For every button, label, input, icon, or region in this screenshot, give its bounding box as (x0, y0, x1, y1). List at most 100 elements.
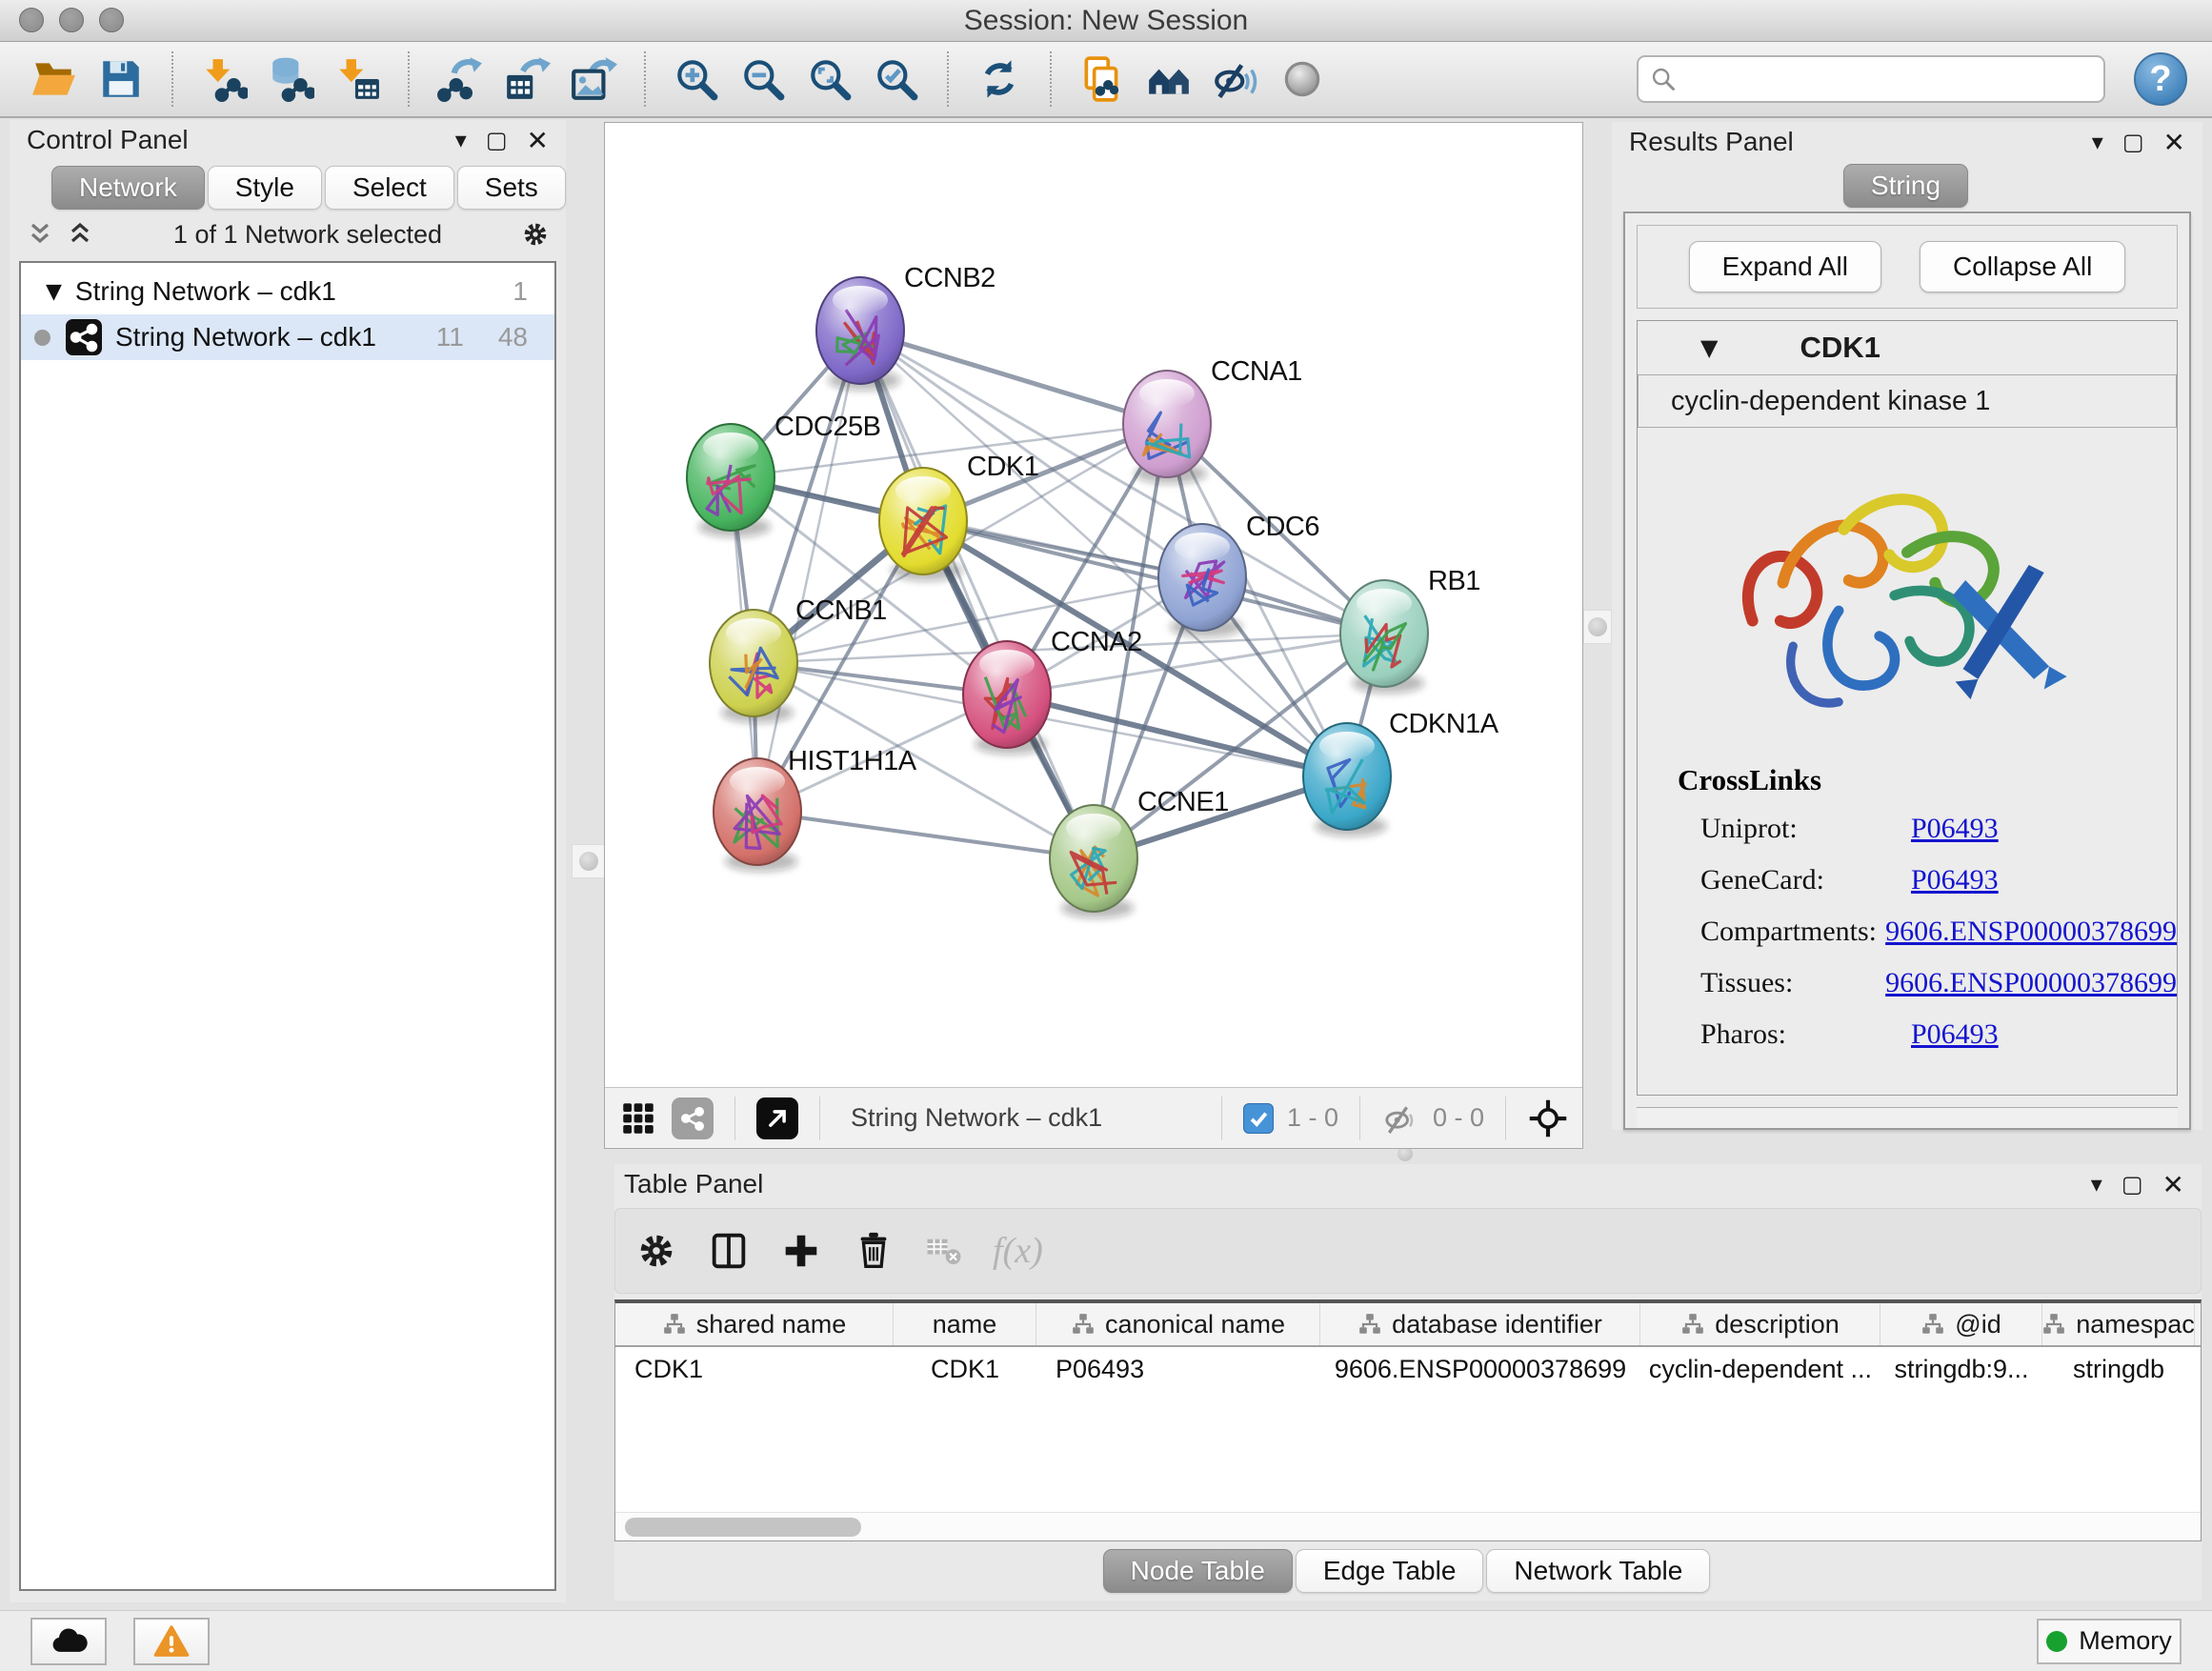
crosslink-link[interactable]: P06493 (1911, 813, 1999, 845)
network-canvas[interactable]: CCNB2CCNA1CDC25BCDK1CDC6RB1CCNB1CCNA2CDK… (605, 123, 1582, 1087)
selected-node-edge-counts: 1 - 0 (1287, 1103, 1338, 1133)
toolbar-separator (734, 1097, 735, 1140)
edge-CCNB2-CCNE1[interactable] (860, 331, 1094, 858)
table-cell[interactable]: cyclin-dependent ... (1640, 1347, 1880, 1391)
float-panel-icon[interactable]: ▢ (2122, 1171, 2143, 1198)
hidden-eye-icon[interactable] (1381, 1099, 1419, 1137)
float-panel-icon[interactable]: ▢ (486, 127, 508, 154)
table-horizontal-scrollbar[interactable] (615, 1512, 2201, 1540)
collapse-all-icon[interactable] (25, 219, 55, 250)
zoom-out-button[interactable] (734, 50, 793, 109)
delete-column-icon[interactable] (852, 1229, 895, 1273)
table-row[interactable]: CDK1CDK1P064939606.ENSP00000378699cyclin… (615, 1347, 2201, 1391)
right-splitter-handle[interactable] (1583, 610, 1612, 644)
close-panel-icon[interactable]: ✕ (527, 125, 549, 156)
annotation-mode-button[interactable] (1273, 50, 1332, 109)
network-mode-button[interactable] (672, 1097, 714, 1139)
crosslink-link[interactable]: 9606.ENSP00000378699 (1885, 916, 2177, 948)
zoom-fit-button[interactable] (800, 50, 859, 109)
column-header-database-identifier[interactable]: database identifier (1320, 1303, 1640, 1345)
show-all-networks-button[interactable] (1139, 50, 1198, 109)
export-image-button[interactable] (564, 50, 623, 109)
toolbar-separator (1050, 51, 1052, 107)
column-header-canonical-name[interactable]: canonical name (1036, 1303, 1320, 1345)
float-panel-icon[interactable]: ▢ (2122, 129, 2144, 156)
table-cell[interactable]: CDK1 (894, 1347, 1036, 1391)
column-header-shared-name[interactable]: shared name (615, 1303, 894, 1345)
expand-all-icon[interactable] (65, 219, 95, 250)
table-empty-area (615, 1391, 2201, 1512)
selected-items-checkbox[interactable] (1243, 1103, 1274, 1134)
crosslink-link[interactable]: P06493 (1911, 864, 1999, 896)
warnings-button[interactable] (133, 1618, 210, 1665)
table-cell[interactable]: CDK1 (615, 1347, 894, 1391)
table-settings-gear-icon[interactable] (634, 1229, 678, 1273)
table-cell[interactable]: P06493 (1036, 1347, 1320, 1391)
column-header-namespac[interactable]: namespac (2042, 1303, 2195, 1345)
entry-header[interactable]: ▼ CDK1 (1638, 321, 2177, 374)
column-header-description[interactable]: description (1640, 1303, 1880, 1345)
panel-menu-icon[interactable]: ▾ (2092, 129, 2103, 155)
column-header-@id[interactable]: @id (1880, 1303, 2042, 1345)
birds-eye-view-button[interactable] (756, 1097, 798, 1139)
tab-node-table[interactable]: Node Table (1103, 1549, 1293, 1593)
save-session-button[interactable] (91, 50, 151, 109)
panel-menu-icon[interactable]: ▾ (455, 127, 467, 153)
column-header-name[interactable]: name (894, 1303, 1036, 1345)
table-cell[interactable]: stringdb:9... (1880, 1347, 2042, 1391)
export-network-button[interactable] (431, 50, 490, 109)
open-folder-icon (30, 55, 78, 103)
tree-row-network[interactable]: String Network – cdk11148 (21, 314, 554, 360)
edge-CCNB2-HIST1H1A[interactable] (757, 331, 860, 812)
hide-selected-button[interactable] (1206, 50, 1265, 109)
crosslink-link[interactable]: 9606.ENSP00000378699 (1885, 967, 2177, 999)
tab-network[interactable]: Network (51, 166, 205, 210)
tab-edge-table[interactable]: Edge Table (1296, 1549, 1484, 1593)
node-gloss (1066, 814, 1121, 842)
expand-all-button[interactable]: Expand All (1689, 241, 1881, 292)
help-button[interactable]: ? (2134, 52, 2187, 106)
results-panel-title: Results Panel (1629, 127, 2073, 157)
collapse-all-button[interactable]: Collapse All (1920, 241, 2125, 292)
scrollbar-thumb[interactable] (625, 1518, 861, 1537)
crosslink-label: Pharos: (1678, 1018, 1911, 1051)
clone-network-button[interactable] (1073, 50, 1132, 109)
memory-button[interactable]: Memory (2037, 1619, 2182, 1664)
left-splitter-handle[interactable] (572, 844, 606, 878)
import-network-database-button[interactable] (261, 50, 320, 109)
search-input[interactable] (1677, 59, 2103, 99)
panel-menu-icon[interactable]: ▾ (2091, 1171, 2102, 1198)
edge-HIST1H1A-CCNE1[interactable] (757, 812, 1094, 858)
open-session-button[interactable] (25, 50, 84, 109)
node-gloss (1139, 379, 1195, 408)
tree-expander-icon[interactable]: ▼ (46, 280, 62, 304)
import-table-file-button[interactable] (328, 50, 387, 109)
edge-CCNB2-CCNA1[interactable] (860, 331, 1167, 424)
zoom-in-button[interactable] (667, 50, 726, 109)
import-network-file-button[interactable] (194, 50, 253, 109)
grid-view-icon[interactable] (618, 1098, 658, 1138)
close-panel-icon[interactable]: ✕ (2163, 127, 2185, 158)
crosslink-link[interactable]: P06493 (1911, 1018, 1999, 1051)
add-column-icon[interactable] (779, 1229, 823, 1273)
tab-string[interactable]: String (1843, 164, 1968, 208)
refresh-view-button[interactable] (970, 50, 1029, 109)
crosshair-icon[interactable] (1527, 1097, 1569, 1139)
export-table-button[interactable] (497, 50, 556, 109)
tab-select[interactable]: Select (325, 166, 454, 210)
tab-style[interactable]: Style (208, 166, 322, 210)
gear-icon[interactable] (520, 219, 551, 250)
select-columns-icon[interactable] (707, 1229, 751, 1273)
cloud-status-button[interactable] (30, 1618, 107, 1665)
splitter-knob (579, 852, 598, 871)
tab-sets[interactable]: Sets (457, 166, 566, 210)
node-label-CCNA2: CCNA2 (1051, 627, 1142, 657)
tab-network-table[interactable]: Network Table (1486, 1549, 1710, 1593)
close-panel-icon[interactable]: ✕ (2162, 1169, 2184, 1200)
collapse-entry-icon[interactable]: ▼ (1700, 334, 1718, 361)
search-field[interactable] (1637, 55, 2105, 103)
zoom-selected-button[interactable] (867, 50, 926, 109)
tree-row-collection[interactable]: ▼String Network – cdk11 (21, 269, 554, 314)
table-cell[interactable]: stringdb (2042, 1347, 2195, 1391)
table-cell[interactable]: 9606.ENSP00000378699 (1320, 1347, 1640, 1391)
